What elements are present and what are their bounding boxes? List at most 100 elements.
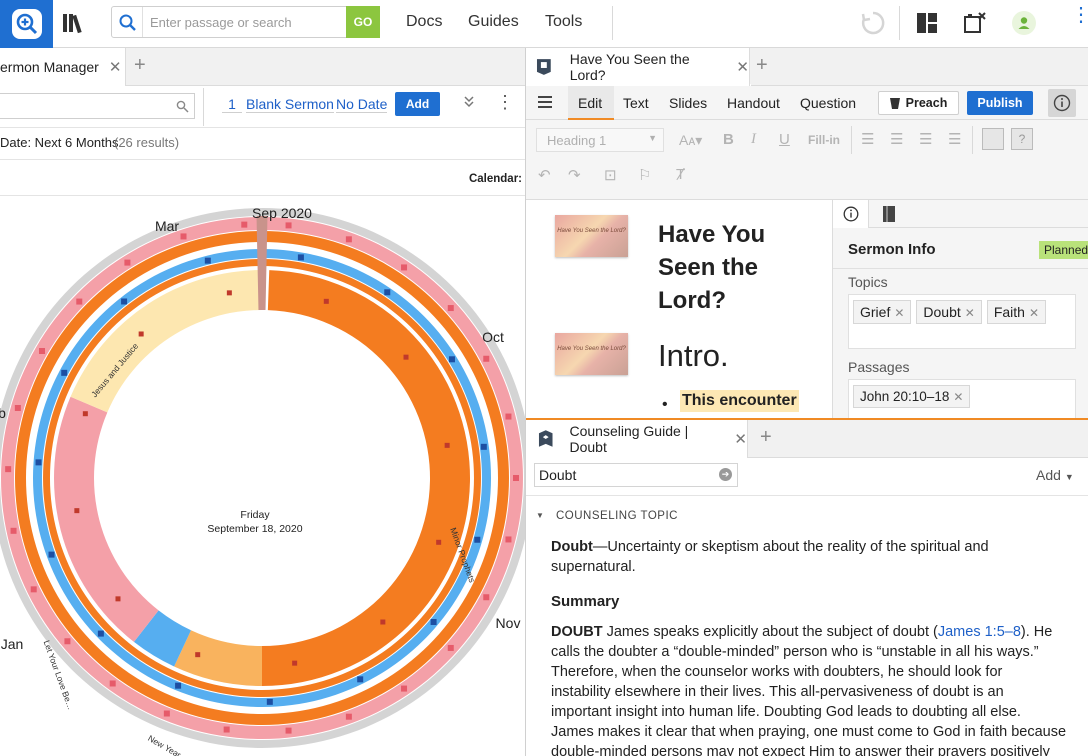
slide-thumbnail[interactable]: Have You Seen the Lord? — [555, 333, 628, 375]
calendar-tick — [61, 369, 68, 376]
calendar-tick — [241, 221, 248, 228]
panel-menu-icon[interactable]: ⋮ — [496, 92, 514, 113]
bookmark-add-icon[interactable]: ⚐ — [638, 166, 651, 184]
passage-pill[interactable]: John 20:10–18 ✕ — [853, 385, 971, 408]
tab-counseling-guide[interactable]: Counseling Guide | Doubt ✕ — [526, 420, 748, 458]
sermon-document: Have You Seen the Lord? Have You Seen the… — [526, 200, 832, 418]
insert-comment-icon[interactable]: ⊡ — [604, 166, 617, 184]
indent-icon[interactable]: ☰ — [948, 130, 961, 148]
help-icon[interactable]: ? — [1011, 128, 1033, 150]
sermon-filter-input[interactable] — [0, 93, 195, 119]
remove-icon[interactable]: ✕ — [1029, 306, 1039, 320]
new-tab-icon[interactable]: + — [134, 54, 146, 77]
calendar-label[interactable]: Calendar: — [469, 173, 522, 185]
guide-topic-input[interactable]: Doubt ➔ — [534, 463, 738, 487]
tab-label: Have You Seen the Lord? — [569, 51, 690, 83]
calendar-tick — [505, 413, 512, 420]
no-date-select[interactable]: No Date — [336, 96, 388, 113]
tab-text[interactable]: Text — [623, 95, 649, 111]
collapse-chevron-icon[interactable] — [462, 94, 476, 111]
guide-toolbar: Doubt ➔ Add ▼ ⋮ — [526, 458, 1088, 496]
preach-button[interactable]: Preach — [878, 91, 959, 115]
tab-sermon-manager[interactable]: ermon Manager ✕ — [0, 48, 126, 86]
calendar-tick — [266, 698, 273, 705]
page-view-icon[interactable] — [982, 128, 1004, 150]
publish-button[interactable]: Publish — [967, 91, 1033, 115]
scripture-link[interactable]: James 1:5–8 — [938, 624, 1021, 640]
sermon-count-field[interactable]: 1 — [222, 96, 242, 113]
month-label: b — [0, 405, 6, 421]
italic-icon[interactable]: I — [751, 131, 756, 148]
underline-icon[interactable]: U — [779, 131, 790, 148]
bullet-list-icon[interactable]: ☰ — [861, 130, 874, 148]
remove-icon[interactable]: ✕ — [965, 306, 975, 320]
topic-pill[interactable]: Doubt ✕ — [916, 300, 982, 324]
sermon-info-title: Sermon Info — [848, 241, 936, 258]
fill-in-button[interactable]: Fill-in — [808, 133, 840, 147]
info-toggle-button[interactable] — [1048, 89, 1076, 117]
tab-question[interactable]: Question — [800, 95, 856, 111]
more-menu-icon[interactable]: ⋮ — [1071, 5, 1088, 25]
font-size-icon[interactable]: Aᴀ▾ — [679, 132, 702, 149]
close-tab-icon[interactable]: ✕ — [734, 430, 747, 448]
bullet-text[interactable]: This encounter — [680, 390, 799, 412]
bold-icon[interactable]: B — [723, 131, 734, 148]
clear-formatting-icon[interactable]: Ⱦ — [676, 166, 685, 183]
tab-sermon-editor[interactable]: Have You Seen the Lord? ✕ — [526, 48, 750, 86]
calendar-tick — [285, 727, 292, 734]
redo-icon[interactable]: ↷ — [568, 166, 581, 184]
hamburger-menu-icon[interactable] — [538, 96, 552, 108]
sync-icon[interactable] — [860, 10, 886, 41]
calendar-tick — [74, 508, 80, 514]
new-tab-icon[interactable]: + — [760, 426, 772, 449]
calendar-tick — [76, 298, 83, 305]
layouts-icon[interactable] — [916, 12, 938, 39]
tab-handout[interactable]: Handout — [727, 95, 780, 111]
library-icon[interactable] — [62, 12, 86, 34]
topics-field[interactable]: Grief ✕ Doubt ✕ Faith ✕ — [848, 294, 1076, 349]
logos-home-button[interactable] — [0, 0, 53, 48]
add-menu-button[interactable]: Add ▼ — [1036, 467, 1074, 483]
info-icon — [1053, 94, 1071, 112]
collapse-triangle-icon[interactable]: ▼ — [536, 511, 544, 520]
editor-tabbar: Have You Seen the Lord? ✕ + — [526, 48, 1088, 86]
account-avatar[interactable] — [1012, 11, 1036, 35]
guides-menu[interactable]: Guides — [468, 13, 519, 31]
tab-edit[interactable]: Edit — [568, 86, 614, 120]
intro-heading[interactable]: Intro. — [658, 338, 729, 374]
sermon-title[interactable]: Have You Seen the Lord? — [658, 218, 765, 317]
topic-pill[interactable]: Grief ✕ — [853, 300, 912, 324]
blank-sermon-select[interactable]: Blank Sermon — [246, 96, 334, 113]
slide-thumbnail[interactable]: Have You Seen the Lord? — [555, 215, 628, 257]
month-label: Jan — [1, 636, 24, 652]
remove-icon[interactable]: ✕ — [953, 390, 963, 404]
remove-icon[interactable]: ✕ — [894, 306, 904, 320]
passages-field[interactable]: John 20:10–18 ✕ — [848, 379, 1076, 418]
calendar-tick — [121, 298, 128, 305]
close-tab-icon[interactable]: ✕ — [109, 58, 122, 76]
topic-pill[interactable]: Faith ✕ — [986, 300, 1047, 324]
date-filter-label[interactable]: Date: Next 6 Months — [0, 135, 119, 150]
docs-menu[interactable]: Docs — [406, 13, 442, 31]
close-all-panels-icon[interactable] — [963, 11, 987, 40]
calendar-tick — [292, 660, 298, 666]
go-button[interactable]: GO — [346, 6, 380, 38]
tab-slides[interactable]: Slides — [669, 95, 707, 111]
calendar-tick — [483, 594, 490, 601]
outdent-icon[interactable]: ☰ — [919, 130, 932, 148]
search-input[interactable] — [150, 11, 340, 33]
new-tab-icon[interactable]: + — [756, 54, 768, 77]
add-sermon-button[interactable]: Add — [395, 92, 440, 116]
go-arrow-icon[interactable]: ➔ — [719, 468, 732, 481]
notes-tab-icon[interactable] — [881, 205, 897, 228]
tools-menu[interactable]: Tools — [545, 13, 582, 31]
heading-style-select[interactable]: Heading 1 ▼ — [536, 128, 664, 152]
calendar-tick — [226, 290, 232, 296]
close-tab-icon[interactable]: ✕ — [736, 58, 749, 76]
info-tab[interactable] — [833, 200, 869, 228]
calendar-tick — [204, 257, 211, 264]
panel-menu-icon[interactable]: ⋮ — [1081, 464, 1088, 485]
undo-icon[interactable]: ↶ — [538, 166, 551, 184]
status-badge[interactable]: Planned — [1039, 241, 1088, 259]
numbered-list-icon[interactable]: ☰ — [890, 130, 903, 148]
